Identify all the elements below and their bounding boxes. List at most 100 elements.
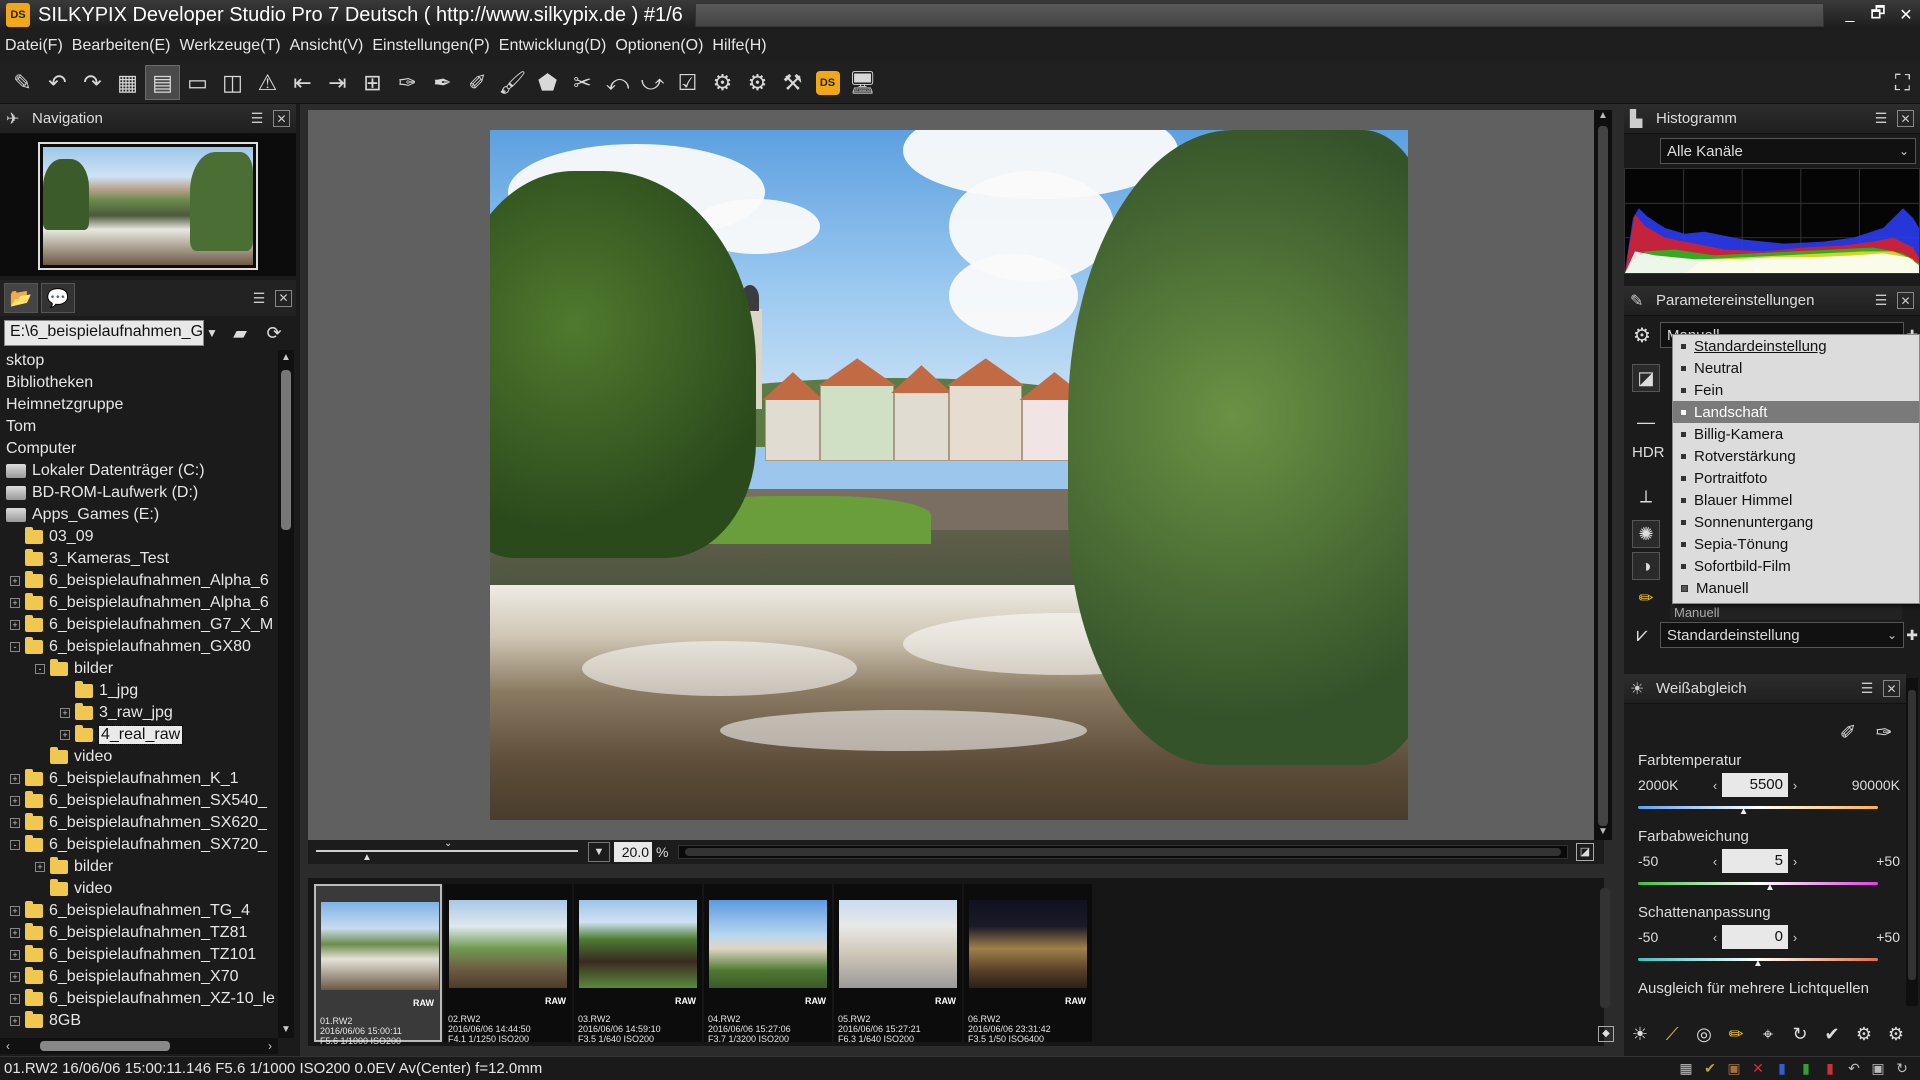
tree-item[interactable]: +6_beispielaufnahmen_Alpha_6 <box>0 570 278 592</box>
status-green-icon[interactable]: ▮ <box>1794 1060 1818 1077</box>
fullscreen-icon[interactable]: ⛶ <box>1885 65 1920 100</box>
expand-icon[interactable]: + <box>10 774 20 784</box>
tree-item[interactable]: +6_beispielaufnahmen_X70 <box>0 966 278 988</box>
wb-pipette-gray-icon[interactable]: ✑ <box>1870 718 1898 746</box>
tree-item[interactable]: Lokaler Datenträger (C:) <box>0 460 278 482</box>
zoom-slider-knob[interactable]: ▲ <box>362 852 372 863</box>
menu-ansicht[interactable]: Ansicht(V) <box>290 37 364 55</box>
deviation-increase-icon[interactable]: › <box>1788 854 1802 869</box>
tree-scroll-down-icon[interactable]: ▼ <box>278 1022 294 1038</box>
viewer-vertical-scrollbar[interactable]: ▲ ▼ <box>1594 110 1612 840</box>
menu-einstellungen[interactable]: Einstellungen(P) <box>372 37 489 55</box>
shadow-value[interactable]: 0 <box>1722 925 1788 949</box>
comment-tab-icon[interactable]: 💬 <box>41 283 75 313</box>
fit-view-icon[interactable]: ◪ <box>1576 843 1594 861</box>
rotate-tool-icon[interactable]: ↻ <box>1784 1024 1816 1045</box>
zoom-value-field[interactable]: 20.0 <box>614 842 652 862</box>
shadow-increase-icon[interactable]: › <box>1788 930 1802 945</box>
temperature-increase-icon[interactable]: › <box>1788 778 1802 793</box>
expand-icon[interactable]: + <box>35 862 45 872</box>
ds-logo-icon[interactable]: DS <box>810 65 845 100</box>
rotate-right-icon[interactable]: ⤻ <box>635 65 670 100</box>
tree-item[interactable]: +6_beispielaufnahmen_K_1 <box>0 768 278 790</box>
temperature-value[interactable]: 5500 <box>1722 773 1788 797</box>
rotate-left-icon[interactable]: ⤺ <box>600 65 635 100</box>
gear-tool-2-icon[interactable]: ⚙ <box>1880 1024 1912 1045</box>
image-viewer[interactable]: ▲ ▼ <box>308 110 1612 840</box>
status-delete-icon[interactable]: ✕ <box>1746 1060 1770 1077</box>
tree-item[interactable]: +3_raw_jpg <box>0 702 278 724</box>
undo-icon[interactable]: ↶ <box>40 65 75 100</box>
preset-option[interactable]: Manuell <box>1673 577 1919 599</box>
wb-tool-icon[interactable]: ☀ <box>1624 1024 1656 1045</box>
tree-item[interactable]: 03_09 <box>0 526 278 548</box>
expand-icon[interactable]: + <box>60 708 70 718</box>
status-check-icon[interactable]: ✔ <box>1698 1060 1722 1077</box>
navigation-menu-icon[interactable]: ☰ <box>247 109 267 129</box>
deviation-slider[interactable]: ▲ <box>1638 878 1878 893</box>
expand-icon[interactable]: + <box>10 576 20 586</box>
filmstrip-mode-icon[interactable]: ◆ <box>1598 1026 1614 1042</box>
wb-menu-icon[interactable]: ☰ <box>1857 679 1877 699</box>
filmstrip-thumbnail[interactable]: RAW 02.RW2 2016/06/06 14:44:50 F4.1 1/1250 … <box>444 884 572 1044</box>
tree-item[interactable]: +6_beispielaufnahmen_TZ81 <box>0 922 278 944</box>
filmstrip-scroll-thumb[interactable] <box>1600 888 1610 1008</box>
folder-tab-icon[interactable]: 📂 <box>4 283 38 313</box>
expand-icon[interactable]: + <box>10 994 20 1004</box>
temperature-knob[interactable]: ▲ <box>1739 806 1749 817</box>
multi-light-label[interactable]: Ausgleich für mehrere Lichtquellen <box>1638 980 1869 997</box>
main-photo[interactable] <box>490 130 1408 820</box>
viewer-scroll-up-icon[interactable]: ▲ <box>1594 110 1612 124</box>
previous-image-icon[interactable]: ⇤ <box>285 65 320 100</box>
tree-scroll-thumb[interactable] <box>281 370 291 530</box>
expand-icon[interactable]: + <box>10 950 20 960</box>
deviation-value[interactable]: 5 <box>1722 849 1788 873</box>
preset-option[interactable]: Sonnenuntergang <box>1673 511 1919 533</box>
preset-option[interactable]: Portraitfoto <box>1673 467 1919 489</box>
gear-tool-icon[interactable]: ⚙ <box>1848 1024 1880 1045</box>
hidden-select[interactable]: Manuell <box>1670 604 1902 620</box>
pipette-icon[interactable]: ✑ <box>390 65 425 100</box>
menu-datei[interactable]: Datei(F) <box>5 37 63 55</box>
tree-item[interactable]: Tom <box>0 416 278 438</box>
lens-tool-icon[interactable]: ⌖ <box>1752 1024 1784 1045</box>
histogram-menu-icon[interactable]: ☰ <box>1871 109 1891 129</box>
full-view-icon[interactable]: ▭ <box>180 65 215 100</box>
viewer-scroll-down-icon[interactable]: ▼ <box>1594 826 1612 840</box>
deviation-knob[interactable]: ▲ <box>1765 882 1775 893</box>
status-lock-icon[interactable]: ▣ <box>1866 1060 1890 1077</box>
status-grid-icon[interactable]: ▦ <box>1674 1060 1698 1077</box>
path-field[interactable]: E:\6_beispielaufnahmen_G <box>4 320 204 346</box>
temperature-slider[interactable]: ▲ <box>1638 802 1878 817</box>
browser-close-icon[interactable]: ✕ <box>275 289 292 307</box>
expand-icon[interactable]: + <box>60 730 70 740</box>
tree-item[interactable]: +6_beispielaufnahmen_TZ101 <box>0 944 278 966</box>
viewer-scroll-thumb[interactable] <box>1598 126 1608 826</box>
path-dropdown-icon[interactable]: ▼ <box>206 326 220 340</box>
tone-curve-icon[interactable]: ⩗ <box>1624 624 1660 647</box>
tree-item[interactable]: +6_beispielaufnahmen_XZ-10_le <box>0 988 278 1010</box>
menu-werkzeuge[interactable]: Werkzeuge(T) <box>180 37 281 55</box>
noise-icon[interactable]: ✺ <box>1632 520 1660 548</box>
collapse-icon[interactable]: - <box>10 840 20 850</box>
shadow-slider[interactable]: ▲ <box>1638 954 1878 969</box>
preset-option[interactable]: Sofortbild-Film <box>1673 555 1919 577</box>
tree-item[interactable]: +6_beispielaufnahmen_G7_X_M <box>0 614 278 636</box>
tools-icon[interactable]: ⚒ <box>775 65 810 100</box>
wb-scrollbar[interactable] <box>1906 678 1918 1006</box>
collapse-icon[interactable]: - <box>10 642 20 652</box>
parameter-menu-icon[interactable]: ☰ <box>1871 291 1891 311</box>
preset-option[interactable]: Fein <box>1673 379 1919 401</box>
tone-tool-icon[interactable]: ⟋ <box>1656 1024 1688 1045</box>
exposure-icon[interactable]: ◪ <box>1632 364 1660 392</box>
expand-icon[interactable]: + <box>10 1016 20 1026</box>
compare-view-icon[interactable]: ◫ <box>215 65 250 100</box>
histogram-marker-icon[interactable]: ▲ <box>1752 263 1763 275</box>
collapse-icon[interactable]: - <box>35 664 45 674</box>
wb-scroll-thumb[interactable] <box>1908 690 1916 980</box>
check-tool-icon[interactable]: ✔ <box>1816 1024 1848 1045</box>
filmstrip-thumbnail[interactable]: RAW 04.RW2 2016/06/06 15:27:06 F3.7 1/3200 … <box>704 884 832 1044</box>
navigation-viewport-frame[interactable] <box>38 142 258 270</box>
filmstrip-thumbnail[interactable]: RAW 01.RW2 2016/06/06 15:00:11 F5.6 1/1000 … <box>314 884 442 1046</box>
next-image-icon[interactable]: ⇥ <box>320 65 355 100</box>
